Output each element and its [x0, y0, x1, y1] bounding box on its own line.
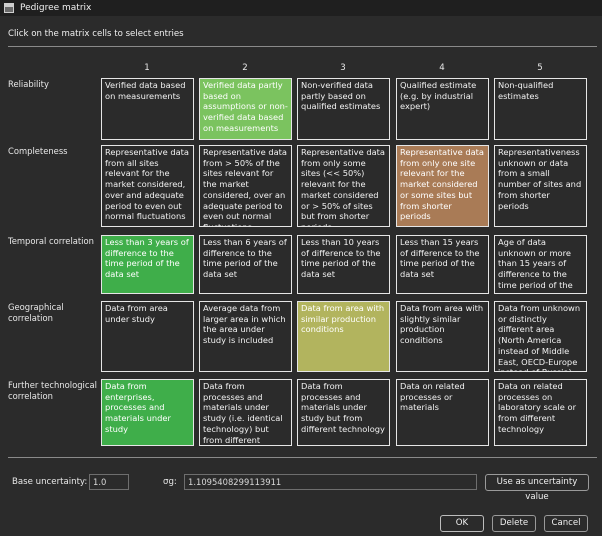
row-label: Temporal correlation — [8, 236, 94, 246]
matrix-cell[interactable]: Non-qualified estimates — [494, 78, 587, 140]
matrix-cell[interactable]: Less than 10 years of difference to the … — [297, 235, 390, 294]
app-window-icon — [4, 3, 14, 13]
matrix-cell[interactable]: Less than 3 years of difference to the t… — [101, 235, 194, 294]
row-label: Geographical correlation — [8, 302, 64, 323]
delete-button[interactable]: Delete — [492, 515, 536, 532]
instruction-text: Click on the matrix cells to select entr… — [8, 29, 184, 39]
matrix-cell[interactable]: Data from enterprises, processes and mat… — [101, 379, 194, 446]
title-bar: Pedigree matrix — [0, 0, 602, 16]
matrix-cell[interactable]: Data on related processes on laboratory … — [494, 379, 587, 446]
matrix-cell[interactable]: Representative data from all sites relev… — [101, 145, 194, 227]
matrix-cell[interactable]: Age of data unknown or more than 15 year… — [494, 235, 587, 294]
matrix-cell[interactable]: Representativeness unknown or data from … — [494, 145, 587, 227]
matrix-cell[interactable]: Data from unknown or distinctly differen… — [494, 301, 587, 372]
sigma-label: σg: — [163, 477, 177, 487]
matrix-cell[interactable]: Data from processes and materials under … — [297, 379, 390, 446]
matrix-cell[interactable]: Less than 6 years of difference to the t… — [199, 235, 292, 294]
matrix-cell[interactable]: Non-verified data partly based on qualif… — [297, 78, 390, 140]
matrix-cell[interactable]: Verified data based on measurements — [101, 78, 194, 140]
footer-divider — [8, 457, 597, 458]
matrix-cell[interactable]: Data from processes and materials under … — [199, 379, 292, 446]
row-label: Further technological correlation — [8, 380, 97, 401]
matrix-cell[interactable]: Data from area with similar production c… — [297, 301, 390, 372]
matrix-cell[interactable]: Data from area under study — [101, 301, 194, 372]
matrix-cell[interactable]: Data from area with slightly similar pro… — [396, 301, 489, 372]
row-label: Completeness — [8, 146, 68, 156]
matrix-cell[interactable]: Representative data from only some sites… — [297, 145, 390, 227]
matrix-cell[interactable]: Data on related processes or materials — [396, 379, 489, 446]
matrix-cell[interactable]: Average data from larger area in which t… — [199, 301, 292, 372]
cancel-button[interactable]: Cancel — [544, 515, 588, 532]
matrix-cell[interactable]: Representative data from only one site r… — [396, 145, 489, 227]
base-uncertainty-input[interactable]: 1.0 — [89, 474, 129, 490]
header-divider — [8, 46, 597, 47]
row-label: Reliability — [8, 79, 49, 89]
sigma-value-field: 1.1095408299113911 — [184, 474, 477, 490]
column-header-2: 2 — [242, 63, 248, 73]
column-header-5: 5 — [537, 63, 543, 73]
matrix-cell[interactable]: Less than 15 years of difference to the … — [396, 235, 489, 294]
matrix-cell[interactable]: Representative data from > 50% of the si… — [199, 145, 292, 227]
matrix-cell[interactable]: Qualified estimate (e.g. by industrial e… — [396, 78, 489, 140]
ok-button[interactable]: OK — [440, 515, 484, 532]
use-as-uncertainty-button[interactable]: Use as uncertainty value — [485, 474, 589, 502]
matrix-cell[interactable]: Verified data partly based on assumption… — [199, 78, 292, 140]
column-header-1: 1 — [144, 63, 150, 73]
window-title: Pedigree matrix — [20, 3, 92, 13]
column-header-4: 4 — [439, 63, 445, 73]
column-header-3: 3 — [340, 63, 346, 73]
base-uncertainty-label: Base uncertainty: — [12, 477, 88, 487]
